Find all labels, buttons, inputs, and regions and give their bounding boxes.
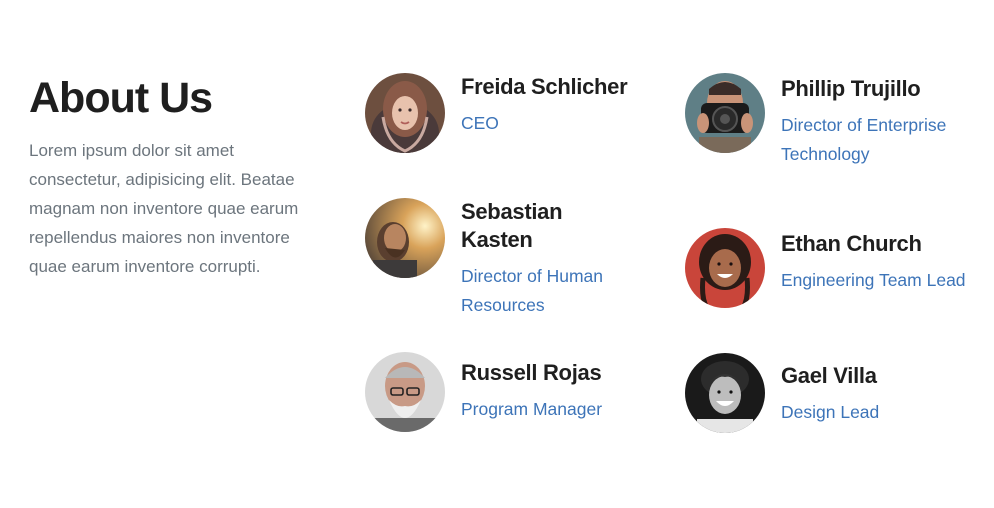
member-name: Sebastian Kasten <box>461 199 563 252</box>
avatar <box>685 73 765 153</box>
avatar <box>685 353 765 433</box>
about-section: About Us Lorem ipsum dolor sit amet cons… <box>29 72 329 281</box>
about-title: About Us <box>29 74 213 122</box>
member-role: Program Manager <box>461 399 603 419</box>
avatar <box>685 228 765 308</box>
member-role: Director of Human Resources <box>461 266 603 315</box>
member-role: Design Lead <box>781 402 880 422</box>
about-description: Lorem ipsum dolor sit amet consectetur, … <box>29 141 299 276</box>
member-name: Freida Schlicher <box>461 74 628 99</box>
member-role: Engineering Team Lead <box>781 270 966 290</box>
member-name: Gael Villa <box>781 363 877 388</box>
avatar <box>365 352 445 432</box>
member-role: Director of Enterprise Technology <box>781 115 947 164</box>
member-name: Russell Rojas <box>461 360 602 385</box>
member-name: Ethan Church <box>781 231 922 256</box>
member-role: CEO <box>461 113 499 133</box>
avatar <box>365 73 445 153</box>
member-name: Phillip Trujillo <box>781 76 921 101</box>
avatar <box>365 198 445 278</box>
